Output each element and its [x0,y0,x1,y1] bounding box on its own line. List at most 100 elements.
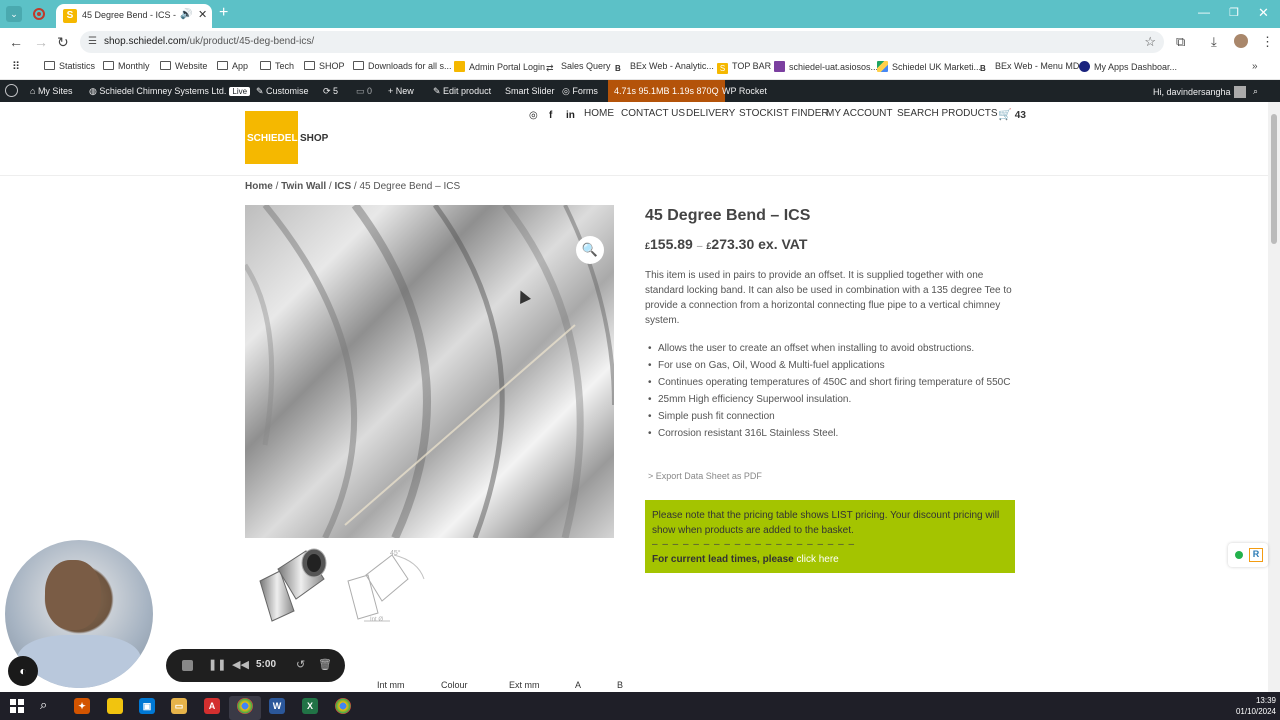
zoom-icon[interactable]: 🔍 [576,236,604,264]
cart-link[interactable]: 🛒 43 [998,108,1026,121]
acrobat-icon[interactable]: A [204,698,220,714]
page-icon [454,61,465,72]
breadcrumb-twin-wall[interactable]: Twin Wall [281,181,326,192]
wp-rocket[interactable]: WP Rocket [722,86,767,96]
folder-icon [160,61,171,70]
menu-search-products[interactable]: SEARCH PRODUCTS [897,108,998,119]
camera-toggle-icon[interactable]: ◐ [8,656,38,686]
product-thumbnail-2[interactable]: 45° Int Ø [340,541,430,627]
wp-smart-slider[interactable]: Smart Slider [505,86,555,96]
sticky-notes-icon[interactable] [107,698,123,714]
bookmark-downloads[interactable]: Downloads for all s... [353,61,452,71]
reload-icon[interactable]: ↻ [57,34,69,51]
wordpress-icon[interactable] [5,84,18,97]
bookmark-top-bar[interactable]: S TOP BAR [717,61,771,74]
site-logo[interactable]: SCHIEDEL [245,111,298,164]
extensions-icon[interactable]: ⧉ [1176,34,1185,50]
wp-comments[interactable]: ▭ 0 [356,86,372,97]
bookmark-tech[interactable]: Tech [260,61,294,71]
wp-updates[interactable]: ⟳ 5 [323,86,338,97]
back-icon[interactable]: ← [9,34,23,50]
bookmark-admin-portal[interactable]: Admin Portal Login [454,61,545,72]
profile-avatar[interactable] [1234,34,1248,48]
trash-icon[interactable]: 🗑 [318,658,332,671]
word-icon[interactable]: W [269,698,285,714]
url-input[interactable]: ☰ shop.schiedel.com/uk/product/45-deg-be… [80,31,1164,53]
wp-edit-product[interactable]: ✎ Edit product [433,86,491,97]
restart-icon[interactable]: ↺ [296,658,305,671]
wp-account[interactable]: Hi, davindersangha [1153,86,1246,98]
bookmark-schiedel-uat[interactable]: schiedel-uat.asiosos... [774,61,878,72]
linkedin-icon[interactable]: in [566,110,575,121]
table-header-colour: Colour [441,680,468,690]
bookmark-bex-analytic[interactable]: B BEx Web - Analytic... [615,61,714,75]
browser-menu-icon[interactable]: ⋮ [1261,34,1274,50]
bookmark-statistics[interactable]: Statistics [44,61,95,71]
speaker-icon[interactable]: 🔊 [180,9,192,20]
menu-stockist-finder[interactable]: STOCKIST FINDER [739,108,829,119]
menu-my-account[interactable]: MY ACCOUNT [826,108,893,119]
wp-forms[interactable]: ◎ Forms [562,86,598,97]
forward-icon[interactable]: → [34,34,48,50]
menu-delivery[interactable]: DELIVERY [686,108,735,119]
chrome-icon[interactable] [237,698,253,714]
search-icon[interactable]: ⌕ [40,697,47,713]
chrome-profile-icon[interactable] [335,698,351,714]
bookmark-website[interactable]: Website [160,61,207,71]
window-close-icon[interactable]: ✕ [1258,5,1269,21]
product-main-image[interactable] [245,205,614,538]
download-icon[interactable]: ⤓ [1211,34,1217,50]
app-icon[interactable]: ✦ [74,698,90,714]
wp-my-sites[interactable]: ⌂ My Sites [30,86,72,96]
apps-grid-icon[interactable]: ⠿ [12,60,20,73]
okta-icon [1079,61,1090,72]
steel-bend-closeup [245,205,614,538]
export-pdf-link[interactable]: > Export Data Sheet as PDF [648,471,762,481]
page-scrollbar[interactable] [1268,102,1280,692]
bookmark-shop[interactable]: SHOP [304,61,345,71]
minimize-icon[interactable]: — [1198,5,1210,19]
rewind-icon[interactable]: ◀◀ [232,658,249,671]
live-badge: Live [229,87,251,96]
product-thumbnail-1[interactable] [248,541,338,627]
wp-new[interactable]: + New [388,86,414,96]
wp-customise[interactable]: ✎ Customise [256,86,309,97]
folder-icon [353,61,364,70]
pause-icon[interactable]: ❚❚ [208,658,226,671]
stop-icon[interactable] [182,660,193,671]
folder-icon [304,61,315,70]
windows-start-icon[interactable] [10,699,24,713]
breadcrumb-ics[interactable]: ICS [334,181,351,192]
wp-search-icon[interactable]: ⌕ [1253,86,1258,97]
facebook-icon[interactable]: f [549,110,552,121]
query-monitor-stats[interactable]: 4.71s 95.1MB 1.19s 870Q [608,80,725,102]
scroll-thumb[interactable] [1271,114,1277,244]
file-explorer-icon[interactable]: ▭ [171,698,187,714]
menu-contact-us[interactable]: CONTACT US [621,108,685,119]
excel-icon[interactable]: X [302,698,318,714]
browser-tab-active[interactable]: S 45 Degree Bend - ICS - Sch 🔊 ✕ [56,4,212,28]
table-header-b: B [617,680,624,690]
menu-home[interactable]: HOME [584,108,614,119]
new-tab-icon[interactable]: + [219,4,228,22]
bookmark-schiedel-marketing[interactable]: Schiedel UK Marketi... [877,61,981,72]
site-info-icon[interactable]: ☰ [88,36,97,47]
bookmark-star-icon[interactable]: ☆ [1144,34,1156,50]
bookmark-my-apps[interactable]: My Apps Dashboar... [1079,61,1177,72]
outlook-icon[interactable]: ▣ [139,698,155,714]
chat-widget[interactable]: R [1228,543,1268,567]
instagram-icon[interactable]: ◎ [529,110,538,121]
feature-item: Simple push fit connection [648,408,1018,425]
bookmark-sales-query[interactable]: ⇄ Sales Query [546,61,611,74]
bookmark-monthly[interactable]: Monthly [103,61,150,71]
restore-icon[interactable]: ❐ [1229,6,1239,19]
wp-site-name[interactable]: ◍ Schiedel Chimney Systems Ltd. Live [89,86,251,97]
bookmark-app[interactable]: App [217,61,248,71]
lead-times-link[interactable]: click here [797,554,839,565]
tab-close-icon[interactable]: ✕ [198,8,207,21]
bookmark-bex-menu[interactable]: B BEx Web - Menu MD [980,61,1079,75]
more-bookmarks-icon[interactable]: » [1252,61,1258,72]
tab-search-icon[interactable]: ⌄ [6,6,22,22]
breadcrumb-home[interactable]: Home [245,181,273,192]
system-clock[interactable]: 13:39 01/10/2024 [1226,695,1276,717]
